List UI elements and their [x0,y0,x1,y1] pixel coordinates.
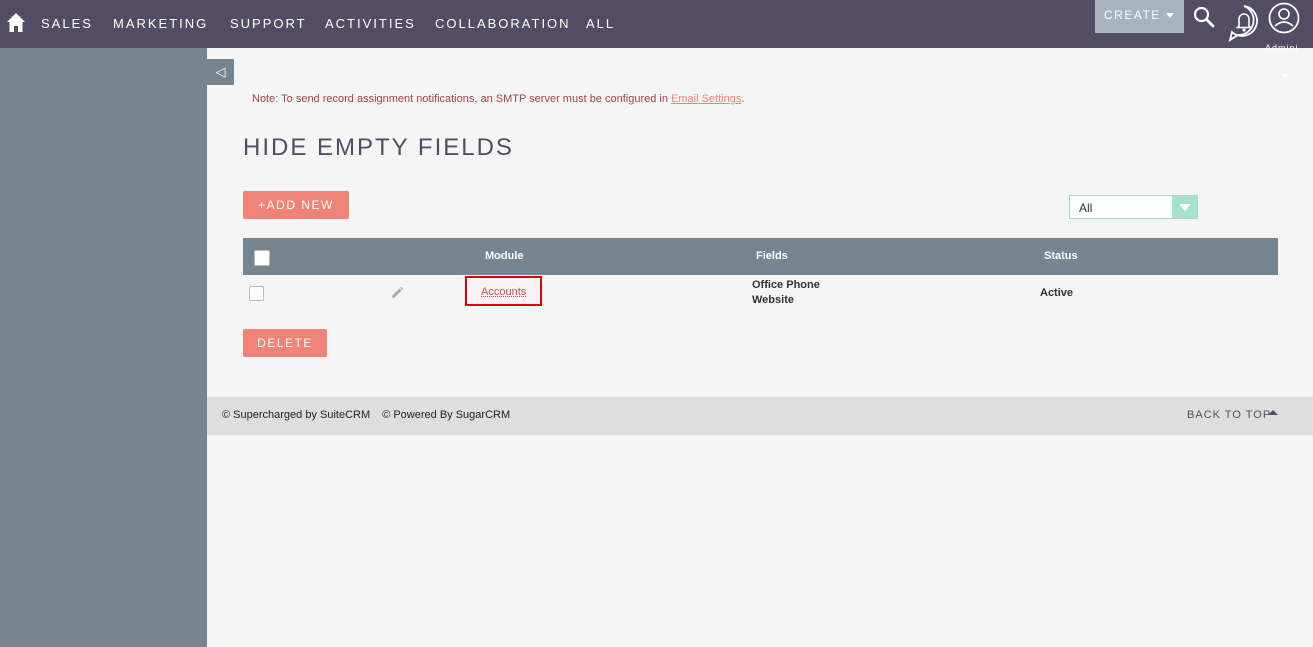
nav-item-sales[interactable]: SALES [41,16,93,31]
back-to-top-link[interactable]: BACK TO TOP [1187,409,1271,421]
supercharged-link[interactable]: © Supercharged by SuiteCRM [222,409,370,421]
user-menu-caret-icon[interactable] [1280,74,1290,79]
select-all-checkbox[interactable] [254,250,270,266]
module-link-accounts[interactable]: Accounts [481,286,526,298]
smtp-notice: Note: To send record assignment notifica… [252,93,744,105]
field-website: Website [752,294,794,306]
dropdown-arrow-icon[interactable] [1172,196,1197,218]
footer: © Supercharged by SuiteCRM © Powered By … [207,397,1313,435]
filter-select[interactable]: All [1069,195,1198,219]
status-value: Active [1040,287,1074,299]
filter-selected-value: All [1079,201,1093,215]
user-name[interactable]: Admini [1265,43,1313,53]
caret-up-icon[interactable] [1268,410,1278,415]
nav-item-support[interactable]: SUPPORT [230,16,307,31]
create-button[interactable]: CREATE [1095,0,1184,33]
search-icon[interactable] [1193,6,1215,28]
collapse-arrow-icon: ◁ [215,64,226,79]
powered-link[interactable]: © Powered By SugarCRM [382,409,510,421]
column-header-module[interactable]: Module [485,250,524,262]
notice-text: Note: To send record assignment notifica… [252,93,672,105]
caret-down-icon [1166,13,1174,18]
footer-credits: © Supercharged by SuiteCRM © Powered By … [222,409,519,421]
home-icon[interactable] [6,12,26,34]
email-settings-link[interactable]: Email Settings [671,93,741,105]
sidebar [0,48,207,647]
notice-suffix: . [741,93,745,105]
sidebar-collapse-button[interactable]: ◁ [207,59,234,85]
nav-item-all[interactable]: ALL [586,16,615,31]
field-office-phone: Office Phone [752,279,820,291]
table-header: Module Fields Status [243,238,1278,275]
column-header-status[interactable]: Status [1044,250,1078,262]
edit-pencil-icon[interactable] [390,286,404,300]
nav-item-activities[interactable]: ACTIVITIES [325,16,416,31]
add-new-button[interactable]: +ADD NEW [243,191,349,219]
row-checkbox[interactable] [249,286,264,301]
table-row: Accounts Office Phone Website Active [243,275,1278,315]
column-header-fields[interactable]: Fields [756,250,788,262]
delete-button[interactable]: DELETE [243,329,327,357]
page-title: HIDE EMPTY FIELDS [243,134,514,161]
bell-icon[interactable] [1227,4,1261,42]
nav-item-marketing[interactable]: MARKETING [113,16,208,31]
create-label: CREATE [1104,8,1161,22]
nav-item-collaboration[interactable]: COLLABORATION [435,16,571,31]
top-nav: SALES MARKETING SUPPORT ACTIVITIES COLLA… [0,0,1313,53]
user-avatar-icon[interactable] [1268,2,1300,34]
